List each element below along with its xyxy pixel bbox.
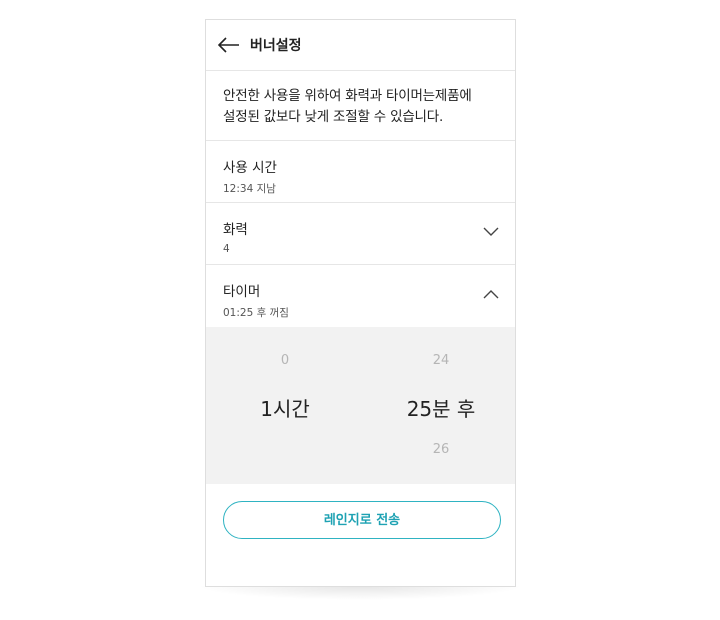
usage-time-row: 사용 시간 12:34 지남 — [206, 141, 515, 203]
notice-line-1: 안전한 사용을 위하여 화력과 타이머는제품에 — [223, 88, 472, 104]
send-to-range-button[interactable]: 레인지로 전송 — [223, 501, 501, 539]
minute-option-below[interactable]: 26 — [381, 442, 501, 457]
burner-settings-screen: 버너설정 안전한 사용을 위하여 화력과 타이머는제품에 설정된 값보다 낮게 … — [205, 19, 516, 587]
timer-value: 01:25 후 꺼짐 — [223, 307, 289, 319]
hour-option-above[interactable]: 0 — [225, 353, 345, 368]
hour-option-selected[interactable]: 1시간 — [225, 393, 345, 422]
page-title: 버너설정 — [250, 38, 302, 54]
heat-row[interactable]: 화력 4 — [206, 203, 515, 265]
back-arrow-icon[interactable] — [218, 37, 240, 53]
chevron-down-icon[interactable] — [483, 227, 499, 237]
notice-line-2: 설정된 값보다 낮게 조절할 수 있습니다. — [223, 109, 444, 125]
chevron-up-icon[interactable] — [483, 289, 499, 299]
usage-time-label: 사용 시간 — [223, 160, 277, 176]
app-header: 버너설정 — [206, 20, 515, 71]
timer-row[interactable]: 타이머 01:25 후 꺼짐 — [206, 265, 515, 327]
timer-label: 타이머 — [223, 284, 261, 300]
heat-value: 4 — [223, 243, 230, 255]
device-shadow — [196, 586, 524, 600]
usage-time-value: 12:34 지남 — [223, 183, 276, 195]
minute-option-above[interactable]: 24 — [381, 353, 501, 368]
minute-option-selected[interactable]: 25분 후 — [381, 393, 501, 422]
timer-picker[interactable]: 0 1시간 24 25분 후 26 — [206, 327, 515, 484]
heat-label: 화력 — [223, 222, 248, 238]
safety-notice: 안전한 사용을 위하여 화력과 타이머는제품에 설정된 값보다 낮게 조절할 수… — [206, 71, 515, 141]
